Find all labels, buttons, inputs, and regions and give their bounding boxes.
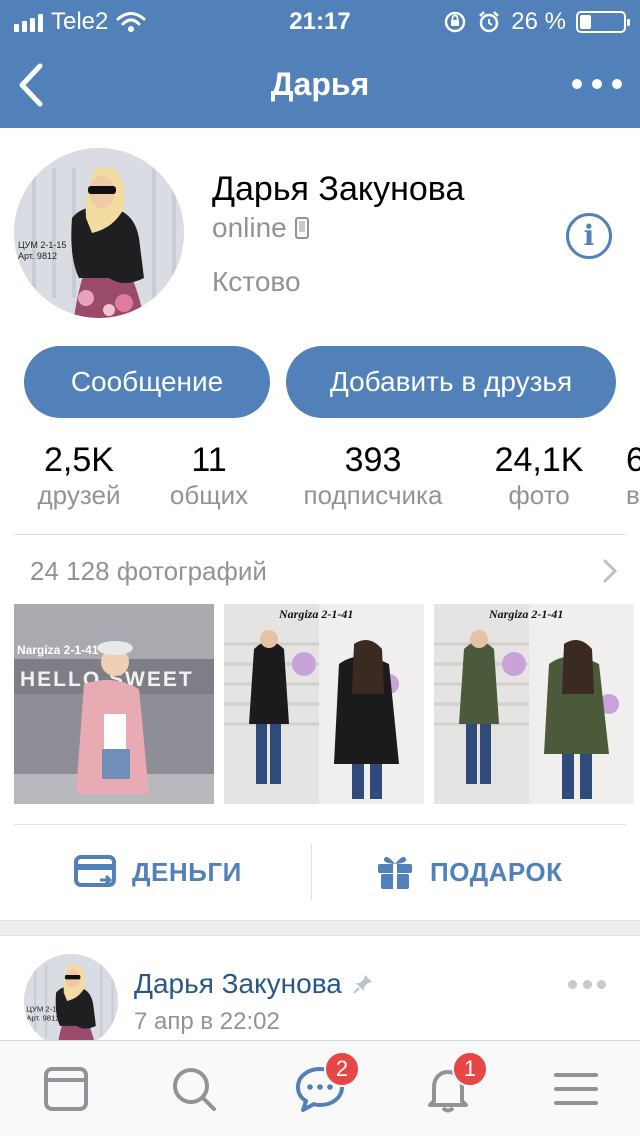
counter-label: подписчика: [303, 480, 443, 510]
rotation-lock-icon: [445, 11, 466, 33]
photo-caption: Nargiza 2-1-41: [278, 607, 353, 621]
counter-followers[interactable]: 393 подписчика: [288, 440, 458, 511]
profile-city: Кстово: [212, 266, 301, 297]
avatar-caption-1: ЦУМ 2-1-15: [26, 1005, 68, 1014]
counter-more[interactable]: 6 в: [626, 440, 640, 511]
photos-header[interactable]: 24 128 фотографий: [30, 556, 267, 587]
info-button[interactable]: i: [566, 213, 612, 259]
notifications-badge: 1: [452, 1051, 488, 1087]
avatar-caption-1: ЦУМ 2-1-15: [18, 240, 66, 250]
add-friend-button[interactable]: Добавить в друзья: [286, 346, 616, 418]
photo-thumbnail[interactable]: Nargiza 2-1-41: [224, 604, 424, 804]
gift-button[interactable]: ПОДАРОК: [376, 850, 562, 894]
counter-label: общих: [169, 480, 249, 510]
gift-icon: [378, 856, 412, 889]
status-bar: Tele2 21:17 26 %: [0, 0, 640, 40]
online-label: online: [212, 212, 287, 243]
online-status: online: [212, 212, 309, 244]
alarm-icon: [479, 11, 500, 33]
avatar-caption-2: Арт. 9812: [26, 1013, 59, 1022]
counter-friends[interactable]: 2,5K друзей: [22, 440, 136, 511]
counter-value: 2,5K: [44, 441, 114, 479]
pin-icon: [353, 975, 372, 994]
page-title: Дарья: [270, 66, 370, 102]
battery-percent: 26 %: [511, 8, 566, 35]
photo-thumbnail[interactable]: Nargiza 2-1-41: [434, 604, 634, 804]
divider: [14, 824, 626, 825]
top-bar: Tele2 21:17 26 % Дарья: [0, 0, 640, 128]
money-transfer-icon: [74, 855, 116, 887]
post-author-avatar[interactable]: ЦУМ 2-1-15 Арт. 9812: [24, 954, 118, 1048]
money-label: ДЕНЬГИ: [132, 856, 242, 887]
counter-value: 6: [626, 441, 640, 479]
tab-bar: 2 1: [0, 1040, 640, 1136]
chevron-right-icon[interactable]: [602, 558, 618, 584]
counter-label: друзей: [37, 480, 121, 510]
photo-caption: Nargiza 2-1-41: [488, 607, 563, 621]
post-author-name: Дарья Закунова: [134, 968, 342, 999]
profile-counters: 2,5K друзей 11 общих 393 подписчика 24,1…: [0, 440, 640, 520]
tab-messages[interactable]: 2: [294, 1051, 360, 1115]
counter-value: 11: [191, 441, 227, 479]
post-date: 7 апр в 22:02: [134, 1008, 280, 1035]
counter-label: в: [626, 480, 640, 510]
more-options-button[interactable]: [572, 66, 622, 102]
post-more-button[interactable]: [568, 980, 606, 992]
post-author[interactable]: Дарья Закунова: [134, 968, 374, 1000]
counter-mutual[interactable]: 11 общих: [154, 440, 264, 511]
message-button[interactable]: Сообщение: [24, 346, 270, 418]
tab-search[interactable]: [168, 1063, 220, 1115]
section-separator: [0, 920, 640, 936]
status-right: 26 %: [443, 8, 630, 36]
profile-name: Дарья Закунова: [212, 170, 465, 208]
money-button[interactable]: ДЕНЬГИ: [74, 850, 242, 894]
profile-avatar[interactable]: ЦУМ 2-1-15 Арт. 9812: [14, 148, 184, 318]
avatar-caption-2: Арт. 9812: [18, 251, 57, 261]
photo-caption: Nargiza 2-1-41: [17, 643, 99, 657]
counter-value: 393: [344, 441, 402, 479]
divider: [311, 844, 312, 900]
tab-notifications[interactable]: 1: [422, 1051, 488, 1115]
mobile-phone-icon: [294, 217, 309, 239]
gift-label: ПОДАРОК: [430, 856, 563, 887]
battery-icon: [576, 11, 630, 33]
counter-label: фото: [508, 480, 570, 510]
messages-badge: 2: [324, 1051, 360, 1087]
tab-menu[interactable]: [550, 1063, 602, 1115]
photo-thumbnail[interactable]: HELLO SWEET Nargiza 2-1-41: [14, 604, 214, 804]
tab-news[interactable]: [40, 1063, 92, 1115]
counter-photos[interactable]: 24,1K фото: [484, 440, 594, 511]
counter-value: 24,1K: [494, 441, 584, 479]
divider: [14, 534, 626, 535]
